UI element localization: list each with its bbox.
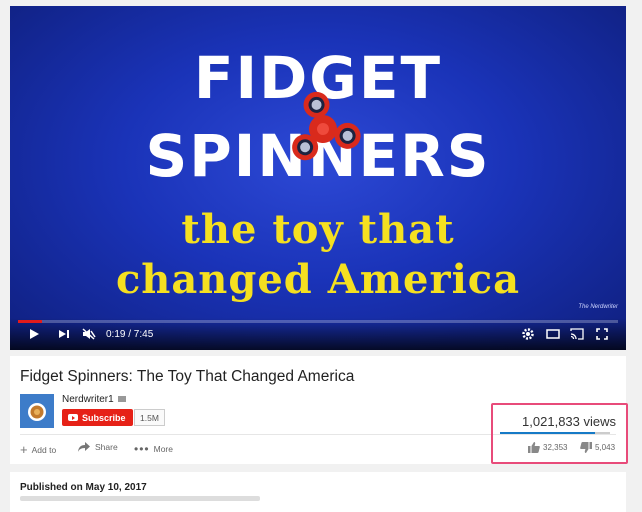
subscriber-count: 1.5M — [134, 409, 165, 426]
add-to-button[interactable]: + Add to — [20, 442, 56, 457]
more-label: More — [153, 444, 173, 454]
play-icon[interactable] — [28, 328, 40, 340]
theater-mode-icon[interactable] — [546, 328, 560, 340]
player-controls: 0:19 / 7:45 — [10, 318, 626, 350]
share-button[interactable]: Share — [78, 442, 118, 452]
channel-name[interactable]: Nerdwriter1 — [62, 394, 126, 405]
more-button[interactable]: ••• More — [134, 442, 173, 456]
description-text-cutoff — [20, 496, 260, 501]
time-display: 0:19 / 7:45 — [106, 329, 154, 340]
views-highlight-box — [491, 403, 628, 464]
fullscreen-icon[interactable] — [596, 328, 608, 340]
published-date: Published on May 10, 2017 — [20, 482, 147, 493]
coffee-cup-icon — [20, 394, 54, 428]
fidget-spinner-graphic — [292, 91, 361, 161]
progress-fill — [18, 320, 42, 323]
settings-gear-icon[interactable] — [522, 328, 534, 340]
channel-name-label: Nerdwriter1 — [62, 394, 114, 405]
more-dots-icon: ••• — [134, 442, 150, 456]
video-player[interactable]: FIDGET SPINNERS the toy that changed Ame… — [10, 6, 626, 350]
youtube-logo-icon — [68, 414, 78, 421]
plus-icon: + — [20, 442, 28, 457]
next-icon[interactable] — [58, 328, 70, 340]
thumbnail-subtitle-line2: changed America — [115, 256, 521, 303]
mute-icon[interactable] — [82, 328, 96, 340]
description-panel: Published on May 10, 2017 — [10, 472, 626, 512]
thumbnail-subtitle-line1: the toy that — [181, 206, 455, 253]
subscribe-button[interactable]: Subscribe — [62, 409, 133, 426]
progress-bar[interactable] — [18, 320, 618, 323]
cast-icon[interactable] — [570, 328, 584, 340]
subscribe-label: Subscribe — [82, 412, 126, 423]
add-to-label: Add to — [31, 444, 57, 455]
verified-icon — [117, 396, 126, 403]
share-arrow-icon — [78, 442, 90, 452]
watermark: The Nerdwriter — [578, 304, 618, 310]
video-title: Fidget Spinners: The Toy That Changed Am… — [20, 368, 355, 385]
share-label: Share — [95, 442, 118, 452]
channel-avatar[interactable] — [20, 394, 54, 428]
